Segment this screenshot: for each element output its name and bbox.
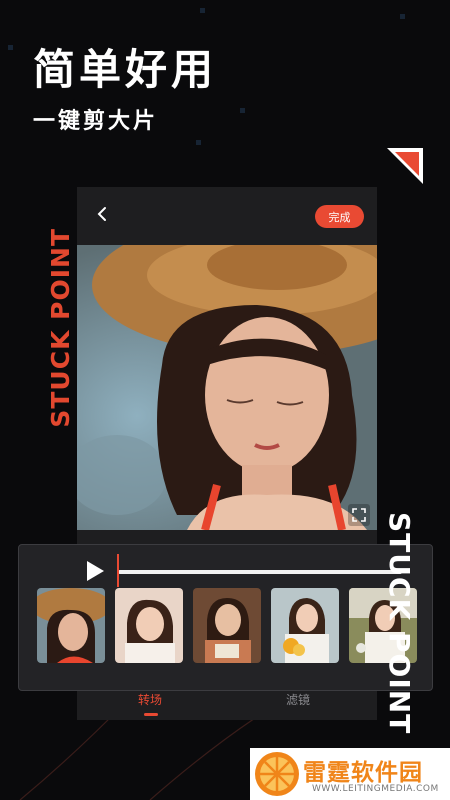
headline: 简单好用 xyxy=(33,45,218,94)
clip-thumbnail[interactable] xyxy=(37,588,105,663)
watermark-name: 雷霆软件园 xyxy=(303,760,423,786)
back-button[interactable] xyxy=(91,203,113,225)
fullscreen-button[interactable] xyxy=(348,504,370,526)
tab-transition[interactable]: 转场 xyxy=(138,691,162,708)
fullscreen-icon xyxy=(352,508,366,522)
timeline-scrubber[interactable] xyxy=(118,570,402,574)
preview-photo xyxy=(77,245,377,530)
watermark-url: WWW.LEITINGMEDIA.COM xyxy=(312,784,439,794)
subheadline: 一键剪大片 xyxy=(33,109,159,134)
clip-thumbnail[interactable] xyxy=(271,588,339,663)
tab-filter[interactable]: 滤镜 xyxy=(286,691,310,708)
background-dot xyxy=(240,108,245,113)
side-text-white: STUCK POINT xyxy=(383,512,416,735)
clip-thumbnail[interactable] xyxy=(115,588,183,663)
orange-slice-logo-icon xyxy=(255,752,299,796)
clip-thumbnail[interactable] xyxy=(193,588,261,663)
done-button[interactable]: 完成 xyxy=(315,205,364,228)
timeline-panel xyxy=(18,544,433,691)
active-tab-indicator xyxy=(144,713,158,716)
play-icon[interactable] xyxy=(85,560,105,582)
side-text-red: STUCK POINT xyxy=(46,228,75,428)
background-dot xyxy=(400,14,405,19)
back-icon xyxy=(97,207,106,221)
background-dot xyxy=(196,140,201,145)
background-dot xyxy=(8,45,13,50)
watermark-logo: 雷霆软件园 WWW.LEITINGMEDIA.COM xyxy=(250,748,450,800)
portrait-illustration xyxy=(77,245,377,530)
corner-arrow-icon xyxy=(387,148,423,184)
background-dot xyxy=(200,8,205,13)
playhead[interactable] xyxy=(117,554,119,587)
